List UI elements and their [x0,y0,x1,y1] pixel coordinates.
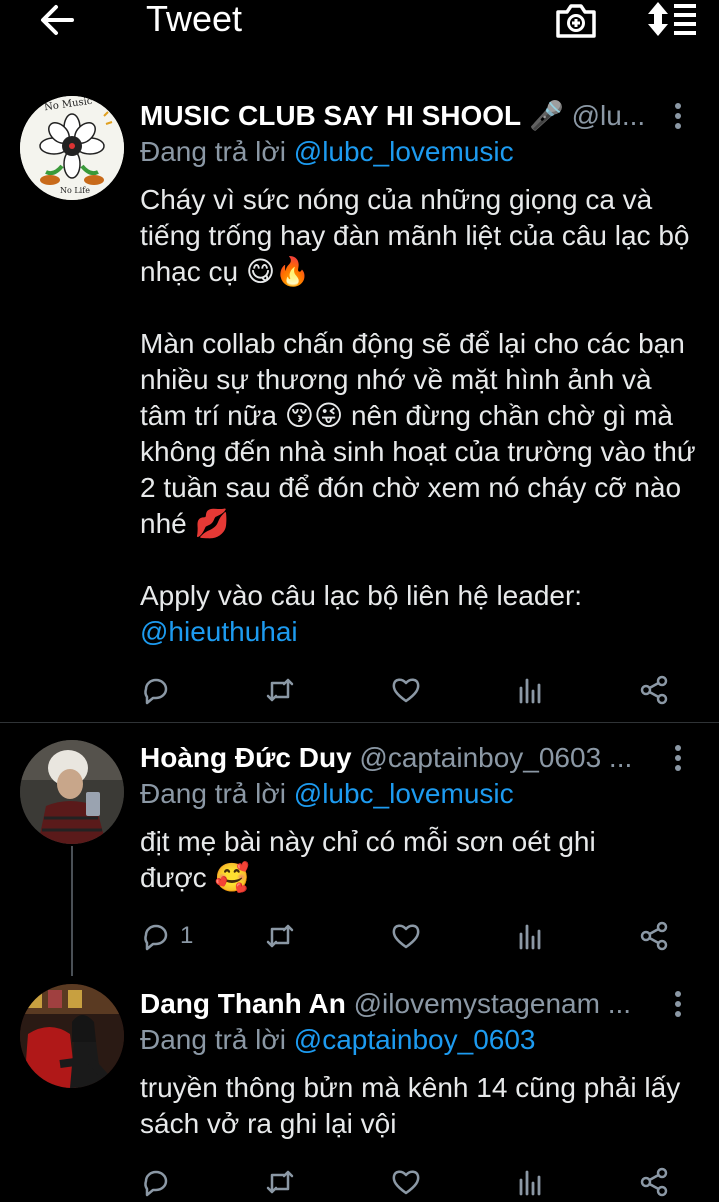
replying-prefix: Đang trả lời [140,1024,294,1055]
replying-to: Đang trả lời @captainboy_0603 [140,1022,535,1058]
reply-count: 1 [180,922,194,949]
tweet-actions [140,670,680,710]
retweet-button[interactable] [264,670,296,710]
microphone-emoji: 🎤 [528,100,564,131]
share-button[interactable] [638,670,670,710]
profile-photo [20,984,124,1088]
avatar[interactable] [20,984,124,1088]
tweet-paragraph: Apply vào câu lạc bộ liên hệ leader: [140,580,583,611]
divider [0,722,719,723]
music-club-logo [20,96,124,200]
thread-line [71,846,73,976]
retweet-button[interactable] [264,1162,296,1202]
more-options-icon[interactable] [668,98,688,134]
views-button[interactable] [515,1162,547,1202]
reply-icon [144,1170,168,1197]
display-name[interactable]: Hoàng Đức Duy [140,742,352,773]
share-button[interactable] [638,1162,670,1202]
replying-to: Đang trả lời @lubc_lovemusic [140,134,514,170]
more-options-icon[interactable] [668,740,688,776]
tweet-1[interactable]: No Music No Life MUSIC CLUB SAY HI SHOOL… [0,0,719,722]
profile-photo [20,740,124,844]
username[interactable]: @lu... [572,100,646,131]
retweet-icon [266,924,294,948]
tweet-actions: 1 [140,916,680,956]
replying-mention[interactable]: @lubc_lovemusic [294,136,514,167]
tweet-text: truyền thông bửn mà kênh 14 cũng phải lấ… [140,1070,696,1142]
replying-to: Đang trả lời @lubc_lovemusic [140,776,514,812]
replying-prefix: Đang trả lời [140,136,294,167]
views-icon [519,924,541,950]
like-button[interactable] [390,1162,422,1202]
more-options-icon[interactable] [668,986,688,1022]
tweet-paragraph: địt mẹ bài này chỉ có mỗi sơn oét ghi đư… [140,826,596,893]
views-icon [519,1170,541,1196]
share-icon [640,1167,668,1197]
mention-link[interactable]: @hieuthuhai [140,614,700,650]
tweet-text: địt mẹ bài này chỉ có mỗi sơn oét ghi đư… [140,824,660,896]
tweet-paragraph: truyền thông bửn mà kênh 14 cũng phải lấ… [140,1072,681,1139]
like-icon [392,924,420,949]
reply-icon [144,678,168,705]
display-name[interactable]: Dang Thanh An [140,988,346,1019]
reply-button[interactable] [140,670,172,710]
like-button[interactable] [390,916,422,956]
tweet-header: Dang Thanh An @ilovemystagenam ... [140,986,667,1022]
share-icon [640,921,668,951]
like-icon [392,1170,420,1195]
share-button[interactable] [638,916,670,956]
tweet-paragraph: Màn collab chấn động sẽ để lại cho các b… [140,328,696,539]
like-button[interactable] [390,670,422,710]
retweet-icon [266,1170,294,1194]
tweet-header: MUSIC CLUB SAY HI SHOOL 🎤 @lu... [140,98,667,134]
reply-button[interactable] [140,1162,172,1202]
replying-mention[interactable]: @lubc_lovemusic [294,778,514,809]
views-button[interactable] [515,670,547,710]
username[interactable]: @ilovemystagenam ... [354,988,631,1019]
views-icon [519,678,541,704]
like-icon [392,678,420,703]
reply-icon [144,924,168,951]
replying-mention[interactable]: @captainboy_0603 [294,1024,536,1055]
retweet-button[interactable] [264,916,296,956]
avatar-text-bottom: No Life [60,186,90,195]
username[interactable]: @captainboy_0603 ... [359,742,632,773]
views-button[interactable] [515,916,547,956]
tweet-text: Cháy vì sức nóng của những giọng ca và t… [140,182,700,650]
display-name[interactable]: MUSIC CLUB SAY HI SHOOL [140,100,521,131]
tweet-paragraph: Cháy vì sức nóng của những giọng ca và t… [140,184,690,287]
tweet-header: Hoàng Đức Duy @captainboy_0603 ... [140,740,667,776]
replying-prefix: Đang trả lời [140,778,294,809]
share-icon [640,675,668,705]
tweet-actions [140,1162,680,1202]
avatar[interactable]: No Music No Life [20,96,124,200]
reply-button[interactable]: 1 [140,916,193,956]
avatar[interactable] [20,740,124,844]
retweet-icon [266,678,294,702]
